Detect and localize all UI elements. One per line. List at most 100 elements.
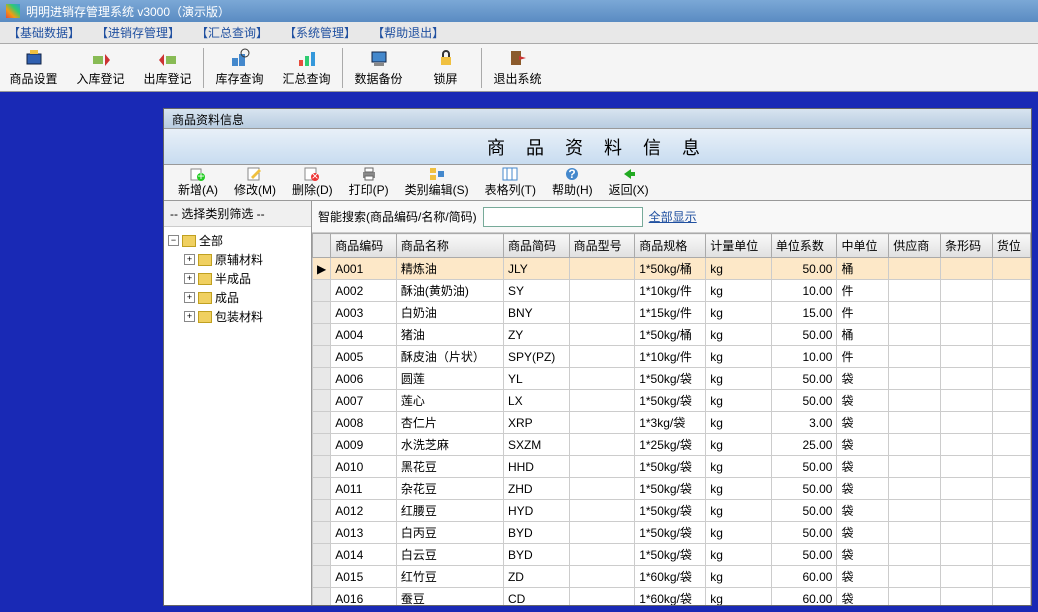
cell[interactable]: 50.00 [771, 478, 837, 500]
cell[interactable]: 杏仁片 [396, 412, 503, 434]
cell[interactable]: A003 [331, 302, 397, 324]
col-header[interactable]: 中单位 [837, 234, 889, 258]
cell[interactable]: SXZM [503, 434, 569, 456]
table-row[interactable]: A003白奶油BNY1*15kg/件kg15.00件 [313, 302, 1031, 324]
cell[interactable] [889, 544, 941, 566]
cell[interactable] [889, 500, 941, 522]
cell[interactable]: kg [706, 566, 772, 588]
cell[interactable] [992, 566, 1030, 588]
cell[interactable]: kg [706, 478, 772, 500]
expand-icon[interactable]: + [184, 292, 195, 303]
cell[interactable] [889, 258, 941, 280]
cell[interactable]: 袋 [837, 456, 889, 478]
cell[interactable]: 件 [837, 302, 889, 324]
col-header[interactable]: 商品简码 [503, 234, 569, 258]
cell[interactable] [941, 588, 993, 606]
table-row[interactable]: A014白云豆BYD1*50kg/袋kg50.00袋 [313, 544, 1031, 566]
col-header[interactable]: 商品规格 [635, 234, 706, 258]
cell[interactable]: kg [706, 500, 772, 522]
cell[interactable] [569, 324, 635, 346]
table-row[interactable]: A013白丙豆BYD1*50kg/袋kg50.00袋 [313, 522, 1031, 544]
itool-cat[interactable]: 类别编辑(S) [399, 166, 475, 199]
cell[interactable]: 1*60kg/袋 [635, 566, 706, 588]
cell[interactable]: ZHD [503, 478, 569, 500]
itool-back[interactable]: 返回(X) [603, 166, 655, 199]
cell[interactable] [992, 500, 1030, 522]
cell[interactable]: 1*10kg/件 [635, 280, 706, 302]
cell[interactable] [992, 390, 1030, 412]
cell[interactable]: A016 [331, 588, 397, 606]
table-row[interactable]: A009水洗芝麻SXZM1*25kg/袋kg25.00袋 [313, 434, 1031, 456]
expand-icon[interactable]: + [184, 254, 195, 265]
cell[interactable]: kg [706, 368, 772, 390]
cell[interactable] [889, 456, 941, 478]
cell[interactable] [889, 324, 941, 346]
cell[interactable]: 白丙豆 [396, 522, 503, 544]
col-header[interactable]: 供应商 [889, 234, 941, 258]
cell[interactable] [889, 588, 941, 606]
cell[interactable] [889, 368, 941, 390]
cell[interactable]: 袋 [837, 478, 889, 500]
cell[interactable] [941, 544, 993, 566]
cell[interactable] [941, 412, 993, 434]
cell[interactable] [569, 434, 635, 456]
cell[interactable] [569, 500, 635, 522]
cell[interactable] [889, 280, 941, 302]
cell[interactable] [992, 324, 1030, 346]
cell[interactable]: A002 [331, 280, 397, 302]
cell[interactable] [992, 346, 1030, 368]
col-header[interactable]: 单位系数 [771, 234, 837, 258]
cell[interactable]: 15.00 [771, 302, 837, 324]
cell[interactable]: kg [706, 280, 772, 302]
cell[interactable] [569, 544, 635, 566]
cell[interactable]: A009 [331, 434, 397, 456]
cell[interactable] [992, 258, 1030, 280]
tool-stock[interactable]: 库存查询 [206, 45, 273, 91]
table-row[interactable]: A002酥油(黄奶油)SY1*10kg/件kg10.00件 [313, 280, 1031, 302]
tree-node[interactable]: +成品 [184, 288, 307, 307]
cell[interactable]: 蚕豆 [396, 588, 503, 606]
cell[interactable]: HYD [503, 500, 569, 522]
cell[interactable] [941, 478, 993, 500]
col-header[interactable]: 计量单位 [706, 234, 772, 258]
cell[interactable]: 袋 [837, 434, 889, 456]
show-all-link[interactable]: 全部显示 [649, 208, 697, 225]
cell[interactable] [569, 588, 635, 606]
col-header[interactable]: 商品编码 [331, 234, 397, 258]
cell[interactable]: 50.00 [771, 522, 837, 544]
cell[interactable]: LX [503, 390, 569, 412]
cell[interactable] [941, 434, 993, 456]
cell[interactable] [569, 412, 635, 434]
cell[interactable]: 1*3kg/袋 [635, 412, 706, 434]
cell[interactable]: A006 [331, 368, 397, 390]
cell[interactable]: 杂花豆 [396, 478, 503, 500]
cell[interactable]: 25.00 [771, 434, 837, 456]
cell[interactable] [889, 566, 941, 588]
table-row[interactable]: A012红腰豆HYD1*50kg/袋kg50.00袋 [313, 500, 1031, 522]
cell[interactable]: A004 [331, 324, 397, 346]
cell[interactable] [569, 346, 635, 368]
expand-icon[interactable]: + [184, 273, 195, 284]
cell[interactable] [889, 390, 941, 412]
tool-lock[interactable]: 锁屏 [412, 45, 479, 91]
cell[interactable]: XRP [503, 412, 569, 434]
cell[interactable]: 1*60kg/袋 [635, 588, 706, 606]
cell[interactable]: 50.00 [771, 258, 837, 280]
cell[interactable]: 莲心 [396, 390, 503, 412]
cell[interactable]: 袋 [837, 522, 889, 544]
cell[interactable]: 1*50kg/袋 [635, 522, 706, 544]
cell[interactable] [992, 368, 1030, 390]
cell[interactable]: A007 [331, 390, 397, 412]
cell[interactable]: 袋 [837, 500, 889, 522]
cell[interactable]: 50.00 [771, 544, 837, 566]
cell[interactable]: kg [706, 434, 772, 456]
cell[interactable]: YL [503, 368, 569, 390]
cell[interactable] [992, 280, 1030, 302]
cell[interactable]: 3.00 [771, 412, 837, 434]
cell[interactable] [569, 280, 635, 302]
table-row[interactable]: A007莲心LX1*50kg/袋kg50.00袋 [313, 390, 1031, 412]
data-grid[interactable]: 商品编码商品名称商品简码商品型号商品规格计量单位单位系数中单位供应商条形码货位▶… [312, 233, 1031, 605]
cell[interactable]: 1*50kg/桶 [635, 324, 706, 346]
cell[interactable]: 红腰豆 [396, 500, 503, 522]
cell[interactable] [889, 302, 941, 324]
